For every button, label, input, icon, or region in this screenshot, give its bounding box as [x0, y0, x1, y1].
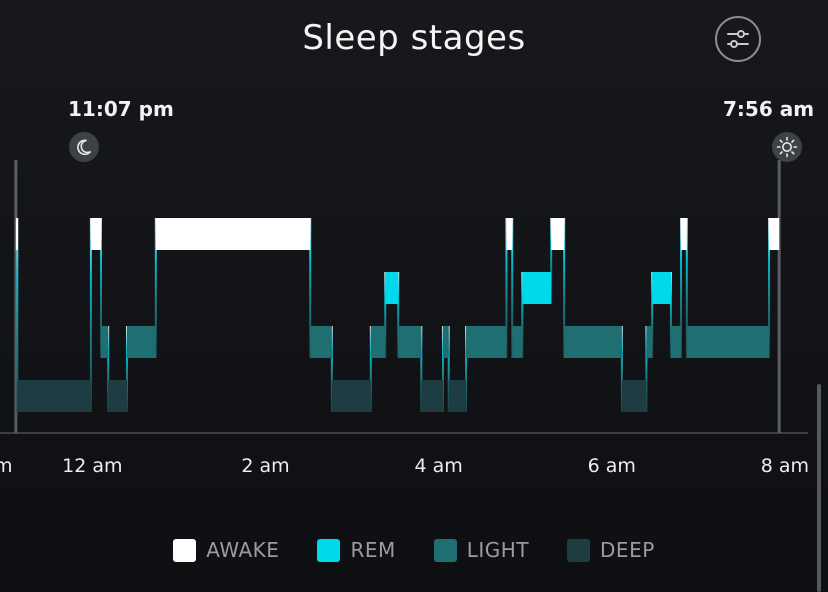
x-tick-label: 4 am — [414, 455, 463, 477]
segment-awake — [155, 218, 311, 250]
segment-light — [370, 326, 386, 358]
segment-awake — [90, 218, 101, 250]
segment-rem — [522, 272, 552, 304]
segment-deep — [421, 380, 443, 412]
x-tick-label: 8 am — [760, 455, 810, 477]
hypnogram-chart — [0, 160, 808, 434]
x-tick-label: 12 am — [62, 455, 123, 477]
segment-awake — [681, 218, 687, 250]
legend-label: LIGHT — [466, 538, 530, 562]
segment-light — [398, 326, 422, 358]
segment-awake — [15, 218, 18, 250]
segment-light — [670, 326, 682, 358]
moon-icon — [69, 132, 99, 162]
scrollbar[interactable] — [817, 384, 821, 592]
segment-light — [466, 326, 507, 358]
segment-light — [512, 326, 523, 358]
legend-swatch — [317, 538, 341, 562]
legend-label: DEEP — [600, 538, 655, 562]
legend-item-light: LIGHT — [433, 538, 530, 562]
legend-item-rem: REM — [317, 538, 395, 562]
segment-rem — [385, 272, 399, 304]
legend-label: AWAKE — [206, 538, 280, 562]
legend-swatch — [433, 538, 457, 562]
segment-light — [310, 326, 332, 358]
segment-rem — [652, 272, 671, 304]
segment-awake — [551, 218, 565, 250]
segment-deep — [448, 380, 467, 412]
segment-deep — [108, 380, 127, 412]
x-tick-label-partial: pm — [0, 455, 13, 477]
legend-item-deep: DEEP — [567, 538, 655, 562]
segment-awake — [506, 218, 513, 250]
legend-swatch — [567, 538, 591, 562]
segment-light — [126, 326, 156, 358]
segment-light — [442, 326, 449, 358]
segment-light — [646, 326, 653, 358]
x-tick-label: 6 am — [587, 455, 636, 477]
segment-deep — [621, 380, 647, 412]
segment-deep — [331, 380, 371, 412]
legend-label: REM — [350, 538, 396, 562]
segment-deep — [17, 380, 91, 412]
segment-awake — [769, 218, 780, 250]
legend-swatch — [173, 538, 197, 562]
sun-icon — [772, 132, 802, 162]
segment-light — [686, 326, 770, 358]
legend-item-awake: AWAKE — [173, 538, 279, 562]
segment-light — [101, 326, 109, 358]
segment-light — [564, 326, 622, 358]
x-tick-label: 2 am — [241, 455, 290, 477]
chart-legend: AWAKE REM LIGHT DEEP — [0, 538, 828, 562]
